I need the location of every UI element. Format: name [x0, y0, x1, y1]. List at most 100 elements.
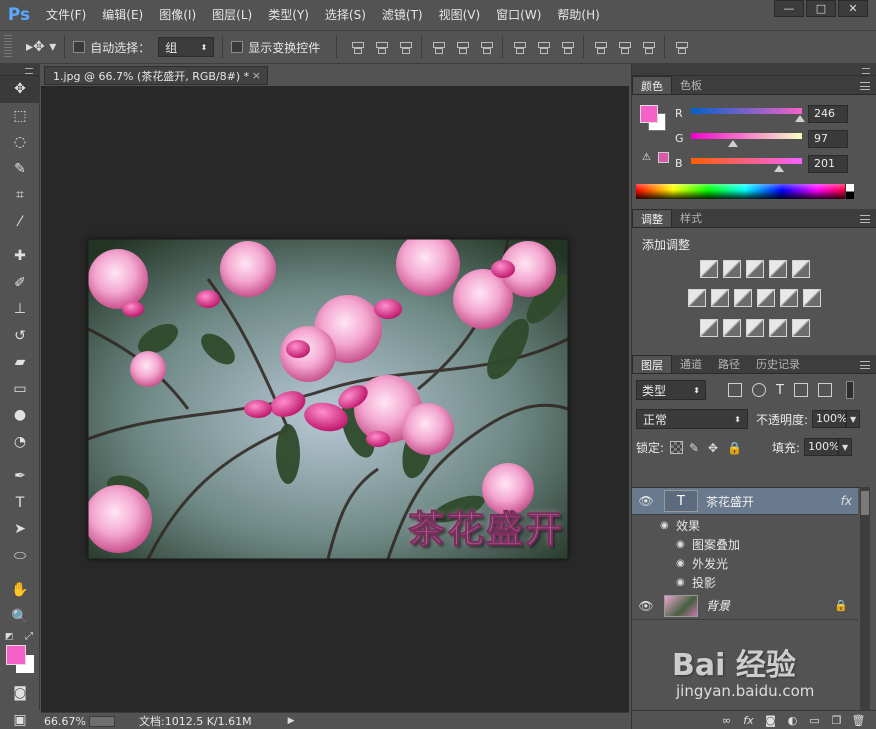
align-vertical-center-icon[interactable]: [374, 40, 389, 54]
options-grip[interactable]: [4, 35, 12, 59]
marquee-tool-icon[interactable]: ⬚: [0, 103, 40, 130]
gradient-map-icon[interactable]: [791, 319, 810, 337]
filter-toggle-switch[interactable]: [845, 381, 854, 399]
delete-layer-icon[interactable]: 🗑: [852, 714, 866, 727]
lock-position-icon[interactable]: ✥: [708, 441, 721, 455]
blue-channel-slider[interactable]: [691, 158, 802, 164]
selective-color-icon[interactable]: [768, 319, 787, 337]
fill-field[interactable]: 100%: [804, 438, 840, 456]
path-selection-tool-icon[interactable]: ➤: [0, 516, 40, 543]
effect-row-pattern-overlay[interactable]: ◉ 图案叠加: [676, 535, 874, 554]
blue-channel-value[interactable]: 201: [808, 155, 848, 173]
effect-visibility-eye-icon[interactable]: ◉: [676, 558, 692, 569]
distribute-right-icon[interactable]: [641, 40, 656, 54]
menu-image[interactable]: 图像(I): [151, 0, 204, 30]
menu-layer[interactable]: 图层(L): [204, 0, 260, 30]
minimize-button[interactable]: —: [774, 0, 804, 17]
layers-scrollbar-thumb[interactable]: [861, 491, 869, 515]
layer-visibility-eye-icon[interactable]: 👁: [632, 599, 660, 613]
tab-layers[interactable]: 图层: [632, 355, 672, 373]
tab-color[interactable]: 颜色: [632, 76, 672, 94]
vibrance-icon[interactable]: [791, 260, 810, 278]
menu-edit[interactable]: 编辑(E): [94, 0, 151, 30]
levels-icon[interactable]: [722, 260, 741, 278]
lasso-tool-icon[interactable]: ◌: [0, 129, 40, 156]
effect-row-outer-glow[interactable]: ◉ 外发光: [676, 554, 874, 573]
blur-tool-icon[interactable]: ●: [0, 402, 40, 429]
crop-tool-icon[interactable]: ⌗: [0, 182, 40, 209]
distribute-vertical-center-icon[interactable]: [536, 40, 551, 54]
healing-brush-tool-icon[interactable]: ✚: [0, 243, 40, 270]
black-white-picker[interactable]: [845, 184, 854, 199]
green-channel-value[interactable]: 97: [808, 130, 848, 148]
history-brush-tool-icon[interactable]: ↺: [0, 323, 40, 350]
effects-group-row[interactable]: ◉ 效果: [660, 516, 858, 535]
threshold-icon[interactable]: [745, 319, 764, 337]
lock-all-icon[interactable]: 🔒: [727, 441, 742, 455]
menu-filter[interactable]: 滤镜(T): [374, 0, 431, 30]
lock-transparent-icon[interactable]: [670, 440, 684, 454]
background-layer-name[interactable]: 背景: [706, 597, 730, 614]
menu-type[interactable]: 类型(Y): [260, 0, 317, 30]
tab-history[interactable]: 历史记录: [748, 355, 808, 373]
channel-mixer-icon[interactable]: [780, 289, 798, 307]
quick-mask-icon[interactable]: ◙: [0, 680, 40, 707]
status-menu-arrow-icon[interactable]: ▶: [288, 716, 295, 726]
layer-row-text[interactable]: 👁 T 茶花盛开 fx: [632, 488, 858, 515]
effect-visibility-eye-icon[interactable]: ◉: [676, 539, 692, 550]
clone-stamp-tool-icon[interactable]: ⊥: [0, 296, 40, 323]
layer-visibility-eye-icon[interactable]: 👁: [632, 494, 660, 508]
tools-panel-header[interactable]: [0, 64, 39, 76]
maximize-button[interactable]: □: [806, 0, 836, 17]
effect-visibility-eye-icon[interactable]: ◉: [676, 577, 692, 588]
align-right-icon[interactable]: [479, 40, 494, 54]
filter-adjustment-icon[interactable]: [752, 383, 766, 397]
ellipse-tool-icon[interactable]: ⬭: [0, 543, 40, 570]
tab-swatches[interactable]: 色板: [672, 76, 710, 94]
red-channel-slider[interactable]: [691, 108, 802, 114]
gradient-tool-icon[interactable]: ▭: [0, 376, 40, 403]
layer-effects-fx-icon[interactable]: fx: [841, 494, 852, 508]
swap-colors-icon[interactable]: ⤢: [25, 631, 33, 642]
new-layer-icon[interactable]: ❐: [830, 714, 843, 727]
eraser-tool-icon[interactable]: ▰: [0, 349, 40, 376]
move-tool-icon[interactable]: ✥: [0, 76, 40, 103]
menu-window[interactable]: 窗口(W): [488, 0, 549, 30]
color-panel-menu-icon[interactable]: [860, 82, 870, 90]
blend-mode-dropdown[interactable]: 正常 ⬍: [636, 409, 748, 429]
effect-row-drop-shadow[interactable]: ◉ 投影: [676, 573, 874, 592]
new-adjustment-layer-icon[interactable]: ◐: [786, 714, 799, 727]
eyedropper-tool-icon[interactable]: ⁄: [0, 209, 40, 236]
color-panel-foreground-swatch[interactable]: [640, 105, 658, 123]
foreground-color-swatch[interactable]: [6, 645, 26, 665]
out-of-gamut-warning-icon[interactable]: ⚠: [642, 152, 654, 163]
adjustments-panel-menu-icon[interactable]: [860, 215, 870, 223]
menu-select[interactable]: 选择(S): [317, 0, 374, 30]
align-left-icon[interactable]: [431, 40, 446, 54]
close-window-button[interactable]: ✕: [838, 0, 868, 17]
color-spectrum[interactable]: [636, 184, 854, 199]
new-group-icon[interactable]: ▭: [808, 714, 821, 727]
curves-icon[interactable]: [745, 260, 764, 278]
layer-filter-dropdown[interactable]: 类型 ⬍: [636, 380, 706, 400]
align-horizontal-center-icon[interactable]: [455, 40, 470, 54]
auto-select-checkbox[interactable]: [73, 41, 86, 53]
menu-view[interactable]: 视图(V): [431, 0, 489, 30]
filter-smart-object-icon[interactable]: [817, 383, 832, 397]
distribute-top-icon[interactable]: [512, 40, 527, 54]
distribute-left-icon[interactable]: [593, 40, 608, 54]
exposure-icon[interactable]: [768, 260, 787, 278]
brush-tool-icon[interactable]: ✐: [0, 270, 40, 297]
document-tab[interactable]: 1.jpg @ 66.7% (茶花盛开, RGB/8#) * ×: [44, 66, 268, 85]
align-top-icon[interactable]: [350, 40, 365, 54]
document-image[interactable]: 茶花盛开: [88, 239, 568, 559]
effects-visibility-eye-icon[interactable]: ◉: [660, 520, 676, 531]
opacity-dropdown-icon[interactable]: ▼: [846, 410, 861, 428]
menu-help[interactable]: 帮助(H): [549, 0, 607, 30]
text-layer-name[interactable]: 茶花盛开: [706, 493, 754, 510]
auto-select-dropdown[interactable]: 组 ⬍: [158, 37, 215, 57]
color-balance-icon[interactable]: [711, 289, 729, 307]
distribute-horizontal-center-icon[interactable]: [617, 40, 632, 54]
red-channel-value[interactable]: 246: [808, 105, 848, 123]
lock-pixels-icon[interactable]: ✎: [689, 441, 702, 455]
